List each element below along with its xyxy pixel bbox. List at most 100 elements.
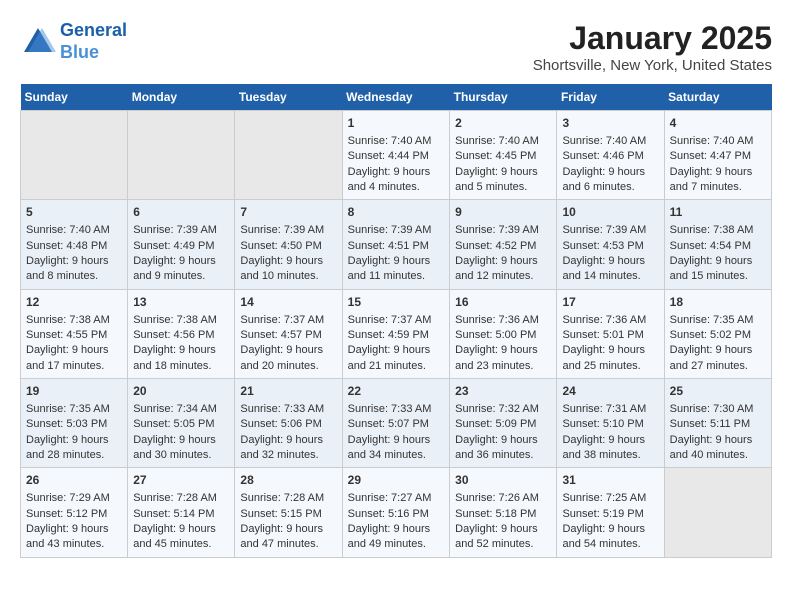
- day-number: 4: [670, 115, 766, 132]
- day-number: 13: [133, 294, 229, 311]
- calendar-cell: 8 Sunrise: 7:39 AM Sunset: 4:51 PM Dayli…: [342, 200, 450, 289]
- daylight-text: Daylight: 9 hours and 40 minutes.: [670, 434, 753, 461]
- day-header-thursday: Thursday: [450, 84, 557, 111]
- calendar-cell: 4 Sunrise: 7:40 AM Sunset: 4:47 PM Dayli…: [664, 111, 771, 200]
- sunset-text: Sunset: 5:11 PM: [670, 418, 751, 430]
- daylight-text: Daylight: 9 hours and 47 minutes.: [240, 523, 323, 550]
- logo-line1: General: [60, 20, 127, 40]
- calendar-cell: 19 Sunrise: 7:35 AM Sunset: 5:03 PM Dayl…: [21, 379, 128, 468]
- sunset-text: Sunset: 4:57 PM: [240, 329, 321, 341]
- week-row-5: 26 Sunrise: 7:29 AM Sunset: 5:12 PM Dayl…: [21, 468, 772, 557]
- calendar-cell: [128, 111, 235, 200]
- sunrise-text: Sunrise: 7:37 AM: [240, 314, 324, 326]
- day-number: 30: [455, 472, 551, 489]
- calendar-cell: 20 Sunrise: 7:34 AM Sunset: 5:05 PM Dayl…: [128, 379, 235, 468]
- calendar-cell: 29 Sunrise: 7:27 AM Sunset: 5:16 PM Dayl…: [342, 468, 450, 557]
- calendar-cell: 26 Sunrise: 7:29 AM Sunset: 5:12 PM Dayl…: [21, 468, 128, 557]
- daylight-text: Daylight: 9 hours and 27 minutes.: [670, 344, 753, 371]
- calendar-cell: 13 Sunrise: 7:38 AM Sunset: 4:56 PM Dayl…: [128, 289, 235, 378]
- sunrise-text: Sunrise: 7:40 AM: [348, 135, 432, 147]
- daylight-text: Daylight: 9 hours and 49 minutes.: [348, 523, 431, 550]
- sunset-text: Sunset: 5:01 PM: [562, 329, 643, 341]
- week-row-3: 12 Sunrise: 7:38 AM Sunset: 4:55 PM Dayl…: [21, 289, 772, 378]
- week-row-1: 1 Sunrise: 7:40 AM Sunset: 4:44 PM Dayli…: [21, 111, 772, 200]
- sunset-text: Sunset: 4:56 PM: [133, 329, 214, 341]
- logo-icon: [20, 24, 56, 60]
- sunset-text: Sunset: 4:51 PM: [348, 240, 429, 252]
- daylight-text: Daylight: 9 hours and 15 minutes.: [670, 255, 753, 282]
- sunset-text: Sunset: 4:49 PM: [133, 240, 214, 252]
- day-number: 22: [348, 383, 445, 400]
- daylight-text: Daylight: 9 hours and 5 minutes.: [455, 166, 538, 193]
- day-number: 29: [348, 472, 445, 489]
- logo-line2: Blue: [60, 42, 99, 62]
- daylight-text: Daylight: 9 hours and 36 minutes.: [455, 434, 538, 461]
- daylight-text: Daylight: 9 hours and 25 minutes.: [562, 344, 645, 371]
- calendar-cell: 22 Sunrise: 7:33 AM Sunset: 5:07 PM Dayl…: [342, 379, 450, 468]
- day-header-saturday: Saturday: [664, 84, 771, 111]
- sunrise-text: Sunrise: 7:39 AM: [455, 224, 539, 236]
- calendar-cell: 30 Sunrise: 7:26 AM Sunset: 5:18 PM Dayl…: [450, 468, 557, 557]
- day-number: 7: [240, 204, 336, 221]
- calendar-cell: 17 Sunrise: 7:36 AM Sunset: 5:01 PM Dayl…: [557, 289, 664, 378]
- logo-text: General Blue: [60, 20, 127, 63]
- sunset-text: Sunset: 4:47 PM: [670, 150, 751, 162]
- day-number: 5: [26, 204, 122, 221]
- sunrise-text: Sunrise: 7:40 AM: [562, 135, 646, 147]
- daylight-text: Daylight: 9 hours and 12 minutes.: [455, 255, 538, 282]
- day-number: 14: [240, 294, 336, 311]
- daylight-text: Daylight: 9 hours and 45 minutes.: [133, 523, 216, 550]
- daylight-text: Daylight: 9 hours and 10 minutes.: [240, 255, 323, 282]
- sunrise-text: Sunrise: 7:26 AM: [455, 492, 539, 504]
- day-number: 8: [348, 204, 445, 221]
- calendar-cell: [21, 111, 128, 200]
- sunrise-text: Sunrise: 7:39 AM: [240, 224, 324, 236]
- calendar-cell: 15 Sunrise: 7:37 AM Sunset: 4:59 PM Dayl…: [342, 289, 450, 378]
- sunset-text: Sunset: 4:59 PM: [348, 329, 429, 341]
- daylight-text: Daylight: 9 hours and 4 minutes.: [348, 166, 431, 193]
- daylight-text: Daylight: 9 hours and 32 minutes.: [240, 434, 323, 461]
- calendar-cell: 2 Sunrise: 7:40 AM Sunset: 4:45 PM Dayli…: [450, 111, 557, 200]
- sunrise-text: Sunrise: 7:27 AM: [348, 492, 432, 504]
- sunrise-text: Sunrise: 7:31 AM: [562, 403, 646, 415]
- calendar-cell: [664, 468, 771, 557]
- calendar-cell: 24 Sunrise: 7:31 AM Sunset: 5:10 PM Dayl…: [557, 379, 664, 468]
- calendar-header-row: SundayMondayTuesdayWednesdayThursdayFrid…: [21, 84, 772, 111]
- calendar-cell: 9 Sunrise: 7:39 AM Sunset: 4:52 PM Dayli…: [450, 200, 557, 289]
- daylight-text: Daylight: 9 hours and 54 minutes.: [562, 523, 645, 550]
- page-header: General Blue January 2025 Shortsville, N…: [20, 20, 772, 74]
- sunrise-text: Sunrise: 7:36 AM: [562, 314, 646, 326]
- daylight-text: Daylight: 9 hours and 28 minutes.: [26, 434, 109, 461]
- page-subtitle: Shortsville, New York, United States: [533, 57, 772, 74]
- day-number: 10: [562, 204, 658, 221]
- daylight-text: Daylight: 9 hours and 34 minutes.: [348, 434, 431, 461]
- day-number: 18: [670, 294, 766, 311]
- sunrise-text: Sunrise: 7:40 AM: [670, 135, 754, 147]
- sunrise-text: Sunrise: 7:38 AM: [26, 314, 110, 326]
- day-number: 28: [240, 472, 336, 489]
- daylight-text: Daylight: 9 hours and 17 minutes.: [26, 344, 109, 371]
- sunset-text: Sunset: 5:09 PM: [455, 418, 536, 430]
- daylight-text: Daylight: 9 hours and 8 minutes.: [26, 255, 109, 282]
- sunset-text: Sunset: 5:14 PM: [133, 508, 214, 520]
- day-number: 3: [562, 115, 658, 132]
- calendar-cell: 7 Sunrise: 7:39 AM Sunset: 4:50 PM Dayli…: [235, 200, 342, 289]
- day-number: 31: [562, 472, 658, 489]
- sunset-text: Sunset: 5:15 PM: [240, 508, 321, 520]
- calendar-cell: 5 Sunrise: 7:40 AM Sunset: 4:48 PM Dayli…: [21, 200, 128, 289]
- sunrise-text: Sunrise: 7:33 AM: [348, 403, 432, 415]
- sunset-text: Sunset: 5:10 PM: [562, 418, 643, 430]
- calendar-cell: 14 Sunrise: 7:37 AM Sunset: 4:57 PM Dayl…: [235, 289, 342, 378]
- calendar-cell: 6 Sunrise: 7:39 AM Sunset: 4:49 PM Dayli…: [128, 200, 235, 289]
- sunset-text: Sunset: 5:12 PM: [26, 508, 107, 520]
- day-number: 20: [133, 383, 229, 400]
- calendar-cell: 3 Sunrise: 7:40 AM Sunset: 4:46 PM Dayli…: [557, 111, 664, 200]
- sunrise-text: Sunrise: 7:37 AM: [348, 314, 432, 326]
- day-number: 2: [455, 115, 551, 132]
- sunset-text: Sunset: 4:44 PM: [348, 150, 429, 162]
- sunset-text: Sunset: 4:46 PM: [562, 150, 643, 162]
- daylight-text: Daylight: 9 hours and 52 minutes.: [455, 523, 538, 550]
- sunset-text: Sunset: 4:50 PM: [240, 240, 321, 252]
- calendar-cell: 12 Sunrise: 7:38 AM Sunset: 4:55 PM Dayl…: [21, 289, 128, 378]
- calendar-cell: 1 Sunrise: 7:40 AM Sunset: 4:44 PM Dayli…: [342, 111, 450, 200]
